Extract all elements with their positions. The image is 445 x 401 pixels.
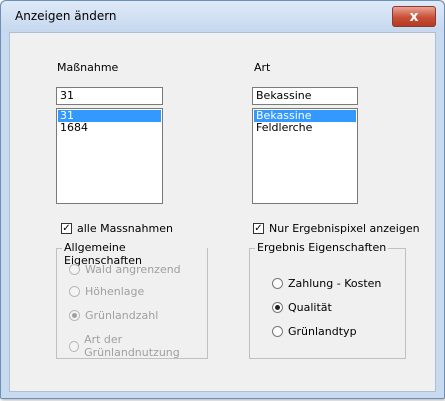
alle-massnahmen-label: alle Massnahmen	[77, 222, 173, 235]
dialog-content: Maßnahme 31 31 1684 Art Bekassine Bekass…	[9, 32, 436, 392]
close-icon: x	[409, 8, 419, 25]
list-item[interactable]: 1684	[58, 122, 161, 134]
radio-qualitaet[interactable]: Qualität	[272, 301, 332, 314]
list-item[interactable]: Feldlerche	[254, 122, 356, 134]
radio-label: Art der Grünlandnutzung	[84, 333, 180, 359]
ergebnis-eigenschaften-group: Ergebnis Eigenschaften Zahlung - Kosten …	[249, 241, 406, 359]
radio-wald-angrenzend[interactable]: Wald angrenzend	[69, 263, 181, 276]
massnahme-label: Maßnahme	[57, 61, 119, 74]
radio-label: Qualität	[288, 301, 332, 314]
art-input[interactable]: Bekassine	[252, 87, 358, 105]
dialog-window: Anzeigen ändern x Maßnahme 31 31 1684 Ar…	[0, 0, 445, 399]
radio-label: Höhenlage	[85, 285, 145, 298]
radio-zahlung-kosten[interactable]: Zahlung - Kosten	[272, 277, 381, 290]
radio-selected-icon	[69, 310, 80, 321]
radio-label: Grünlandzahl	[85, 309, 159, 322]
allgemeine-eigenschaften-group: Allgemeine Eigenschaften Wald angrenzend…	[56, 241, 208, 359]
nur-ergebnispixel-checkbox[interactable]: ✓ Nur Ergebnispixel anzeigen	[253, 222, 420, 235]
radio-gruenlandtyp[interactable]: Grünlandtyp	[272, 325, 357, 338]
radio-art-der-gruenlandnutzung[interactable]: Art der Grünlandnutzung	[69, 333, 207, 359]
close-button[interactable]: x	[392, 6, 436, 27]
radio-icon	[69, 340, 80, 352]
massnahme-listbox[interactable]: 31 1684	[56, 108, 163, 204]
radio-selected-icon	[272, 302, 283, 313]
window-title: Anzeigen ändern	[15, 9, 117, 23]
radio-icon	[272, 326, 283, 337]
art-listbox[interactable]: Bekassine Feldlerche	[252, 108, 358, 204]
radio-label: Zahlung - Kosten	[288, 277, 382, 290]
nur-ergebnispixel-label: Nur Ergebnispixel anzeigen	[269, 222, 420, 235]
radio-label: Grünlandtyp	[288, 325, 357, 338]
radio-icon	[69, 286, 80, 297]
alle-massnahmen-checkbox[interactable]: ✓ alle Massnahmen	[61, 222, 173, 235]
radio-gruenlandzahl[interactable]: Grünlandzahl	[69, 309, 158, 322]
radio-icon	[272, 278, 283, 289]
massnahme-input[interactable]: 31	[56, 87, 163, 105]
radio-label: Wald angrenzend	[85, 263, 181, 276]
art-label: Art	[254, 61, 271, 74]
group-title: Ergebnis Eigenschaften	[255, 241, 389, 254]
checkbox-check-icon[interactable]: ✓	[61, 223, 72, 234]
checkbox-check-icon[interactable]: ✓	[253, 223, 264, 234]
radio-icon	[69, 264, 80, 275]
title-bar[interactable]: Anzeigen ändern x	[1, 1, 444, 31]
radio-hoehenlage[interactable]: Höhenlage	[69, 285, 144, 298]
